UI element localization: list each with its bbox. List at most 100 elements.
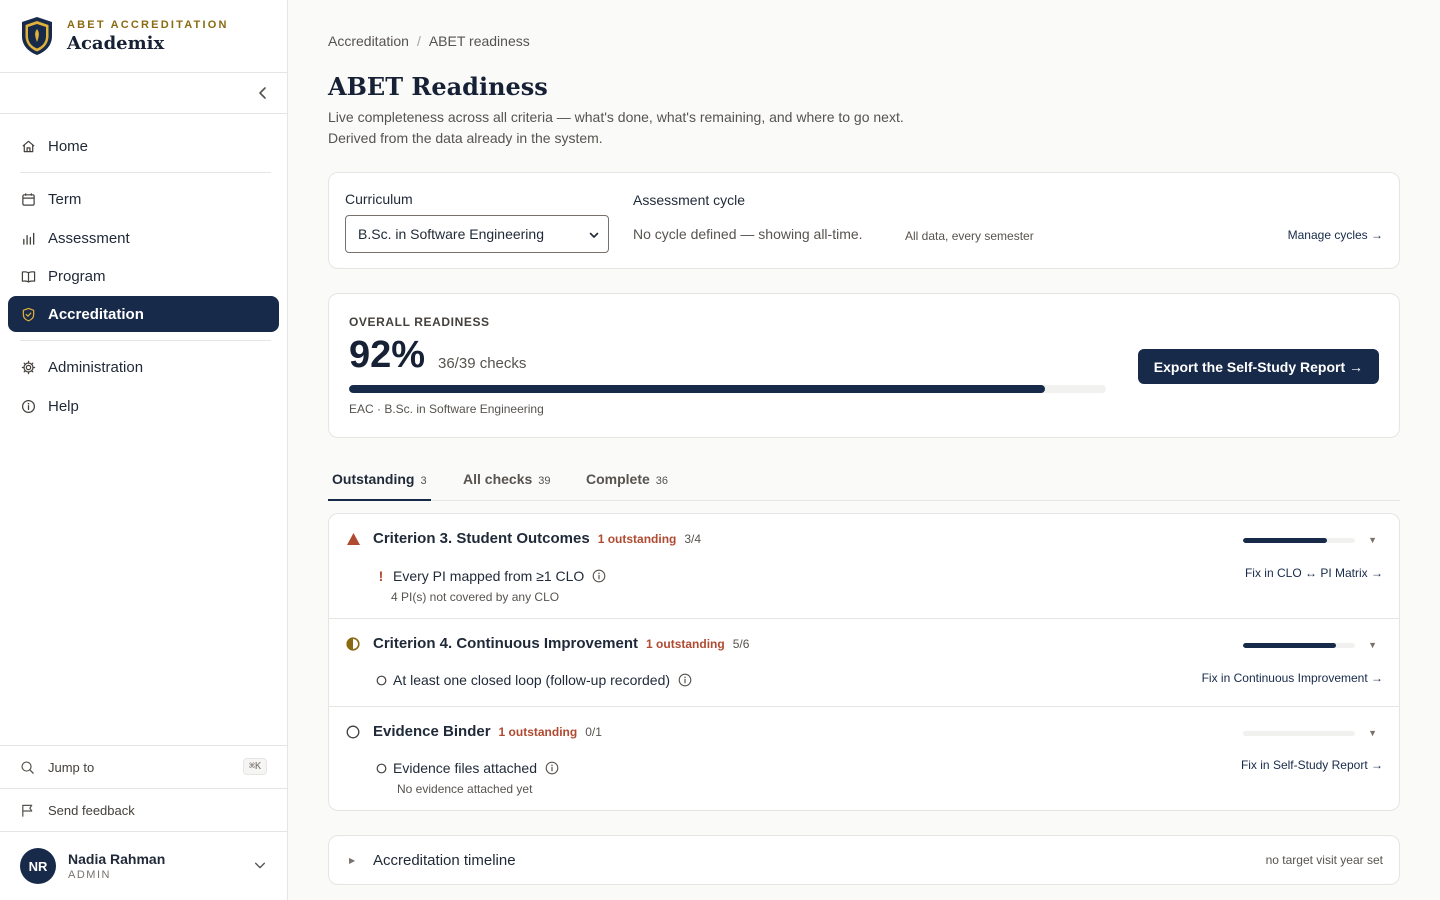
jump-to-button[interactable]: Jump to ⌘K [0, 745, 287, 788]
check-item: At least one closed loop (follow-up reco… [375, 672, 692, 688]
fix-link[interactable]: Fix in CLO ↔ PI Matrix → [1245, 566, 1383, 580]
brand[interactable]: ABET ACCREDITATION Academix [0, 0, 287, 73]
info-icon[interactable] [678, 673, 692, 687]
export-report-button[interactable]: Export the Self-Study Report → [1137, 349, 1379, 384]
info-icon [20, 398, 36, 414]
timeline-title: Accreditation timeline [373, 852, 516, 869]
timeline-note: no target visit year set [1265, 853, 1383, 867]
sidebar-footer: Jump to ⌘K Send feedback NR Nadia Rahman… [0, 745, 287, 900]
info-icon[interactable] [545, 761, 559, 775]
sidebar-item-accreditation[interactable]: Accreditation [8, 296, 279, 332]
criterion-fraction: 3/4 [684, 531, 702, 546]
manage-cycles-link[interactable]: Manage cycles → [1288, 228, 1383, 242]
shield-logo-icon [22, 17, 52, 55]
criterion-outstanding-badge: 1 outstanding [597, 531, 677, 546]
fix-link[interactable]: Fix in Continuous Improvement → [1202, 671, 1383, 685]
empty-circle-icon [375, 675, 387, 686]
sidebar-item-home[interactable]: Home [8, 128, 279, 164]
criterion-progress-fill [1243, 643, 1336, 648]
fix-link[interactable]: Fix in Self-Study Report → [1241, 758, 1383, 772]
expand-caret-icon[interactable]: ▼ [1368, 640, 1377, 650]
expand-caret-icon[interactable]: ▼ [1368, 728, 1377, 738]
sidebar-item-label: Help [48, 397, 79, 415]
chevron-down-icon[interactable] [253, 858, 267, 872]
user-menu[interactable]: NR Nadia Rahman ADMIN [0, 831, 287, 900]
flag-icon [20, 802, 36, 818]
cycle-label: Assessment cycle [633, 192, 746, 208]
warning-triangle-icon [345, 531, 361, 547]
brand-kicker: ABET ACCREDITATION [67, 18, 229, 31]
info-icon[interactable] [592, 569, 606, 583]
tab-label: Complete [586, 471, 650, 487]
readiness-progress-bar [349, 385, 1106, 393]
sidebar-item-label: Home [48, 137, 89, 155]
curriculum-label: Curriculum [345, 191, 413, 207]
readiness-overline: OVERALL READINESS [349, 315, 490, 329]
sidebar-item-help[interactable]: Help [8, 388, 279, 424]
tab-label: Outstanding [332, 471, 415, 487]
check-text: At least one closed loop (follow-up reco… [393, 672, 671, 688]
curriculum-select[interactable]: B.Sc. in Software Engineering [345, 215, 609, 253]
send-feedback-label: Send feedback [48, 802, 135, 818]
criterion-fraction: 0/1 [585, 724, 602, 739]
breadcrumb-separator: / [416, 33, 421, 49]
tab-count: 36 [655, 475, 669, 487]
chevron-left-icon[interactable] [255, 85, 271, 101]
exclamation-icon: ! [378, 568, 384, 584]
check-text: Every PI mapped from ≥1 CLO [393, 568, 585, 584]
send-feedback-button[interactable]: Send feedback [0, 788, 287, 831]
tab-count: 39 [538, 475, 551, 487]
gear-icon [20, 359, 36, 375]
sidebar-item-term[interactable]: Term [8, 181, 279, 217]
readiness-progress-fill [349, 385, 1046, 393]
collapse-row [0, 73, 287, 114]
sidebar-item-program[interactable]: Program [8, 258, 279, 294]
shield-icon [20, 306, 36, 322]
avatar: NR [20, 848, 56, 884]
breadcrumb-accreditation[interactable]: Accreditation [328, 33, 409, 49]
brand-name: Academix [67, 32, 165, 54]
criterion-row: Criterion 3. Student Outcomes 1 outstand… [329, 514, 1399, 619]
criterion-title: Evidence Binder [373, 723, 491, 740]
criterion-fraction: 5/6 [732, 636, 750, 651]
caret-right-icon: ▶ [349, 856, 356, 865]
chevron-down-icon [589, 232, 599, 238]
criterion-outstanding-badge: 1 outstanding [498, 724, 578, 739]
jump-to-label: Jump to [48, 759, 95, 775]
tab-count: 3 [420, 475, 427, 487]
tab-complete[interactable]: Complete 36 [582, 471, 672, 499]
readiness-meta: EAC · B.Sc. in Software Engineering [349, 402, 544, 416]
sidebar-item-assessment[interactable]: Assessment [8, 220, 279, 256]
sidebar-item-label: Accreditation [48, 305, 144, 323]
empty-circle-icon [345, 724, 361, 740]
empty-circle-icon [375, 763, 387, 774]
nav-divider [20, 340, 271, 341]
home-icon [20, 138, 36, 154]
sidebar-item-label: Assessment [48, 229, 130, 247]
book-icon [20, 268, 36, 284]
criterion-header[interactable]: Evidence Binder 1 outstanding 0/1 [345, 723, 602, 740]
sidebar: ABET ACCREDITATION Academix Home Term As… [0, 0, 288, 900]
criterion-outstanding-badge: 1 outstanding [646, 636, 725, 651]
curriculum-value: B.Sc. in Software Engineering [358, 226, 544, 242]
expand-caret-icon[interactable]: ▼ [1368, 535, 1377, 545]
accreditation-timeline-toggle[interactable]: ▶ Accreditation timeline no target visit… [328, 835, 1400, 885]
page-subtitle: Live completeness across all criteria — … [328, 109, 904, 146]
check-item: ! Every PI mapped from ≥1 CLO [375, 568, 606, 584]
sidebar-item-administration[interactable]: Administration [8, 349, 279, 385]
tab-label: All checks [463, 471, 533, 487]
criterion-header[interactable]: Criterion 3. Student Outcomes 1 outstand… [345, 530, 701, 547]
tab-all-checks[interactable]: All checks 39 [459, 471, 555, 499]
criterion-progress-bar [1243, 643, 1355, 648]
sidebar-item-label: Administration [48, 358, 144, 376]
calendar-icon [20, 191, 36, 207]
criterion-header[interactable]: Criterion 4. Continuous Improvement 1 ou… [345, 635, 749, 652]
criteria-card: Criterion 3. Student Outcomes 1 outstand… [328, 513, 1400, 811]
readiness-checks: 36/39 checks [438, 355, 527, 372]
tab-outstanding[interactable]: Outstanding 3 [328, 471, 431, 501]
search-icon [20, 759, 36, 775]
criterion-row: Criterion 4. Continuous Improvement 1 ou… [329, 619, 1399, 707]
nav-divider [20, 172, 271, 173]
criterion-title: Criterion 3. Student Outcomes [373, 530, 590, 547]
page-title: ABET Readiness [328, 72, 548, 101]
